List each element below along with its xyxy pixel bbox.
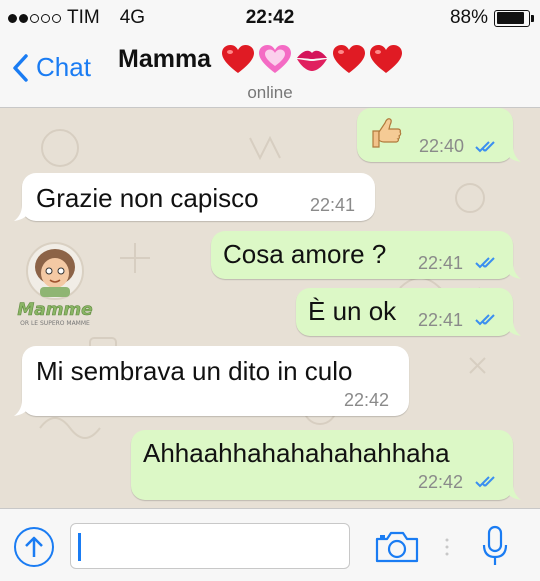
microphone-button[interactable] (480, 525, 510, 572)
read-receipt-icon (475, 476, 495, 488)
chat-header: Chat Mamma online (0, 36, 540, 108)
camera-icon (375, 531, 419, 563)
message-composer (0, 508, 540, 581)
message-bubble-outgoing[interactable]: Cosa amore ? 22:41 (211, 231, 521, 279)
message-time: 22:41 (310, 195, 356, 215)
red-heart-icon (369, 44, 403, 74)
message-text: Cosa amore ? (223, 239, 387, 269)
message-time: 22:42 (418, 472, 464, 492)
presence-status: online (247, 83, 293, 102)
message-time: 22:41 (418, 310, 464, 330)
svg-text:OR LE SUPERO MAMME: OR LE SUPERO MAMME (20, 320, 90, 327)
contact-emojis (221, 44, 403, 74)
svg-text:Mamme: Mamme (17, 300, 92, 320)
red-heart-icon (221, 44, 255, 74)
message-time: 22:40 (419, 136, 465, 156)
message-text: Mi sembrava un dito in culo (36, 356, 353, 386)
chevron-left-icon (13, 53, 28, 82)
back-button[interactable]: Chat (12, 52, 91, 83)
kiss-mark-icon (295, 44, 329, 74)
battery-percent: 88% (449, 7, 488, 28)
message-time: 22:42 (344, 390, 390, 410)
read-receipt-icon (475, 141, 495, 153)
battery-icon (494, 9, 534, 27)
message-bubble-outgoing[interactable]: È un ok 22:41 (296, 288, 521, 336)
message-time: 22:41 (418, 253, 464, 273)
thumbs-up-icon (369, 116, 403, 157)
message-input[interactable] (70, 523, 350, 569)
back-label: Chat (36, 52, 91, 82)
battery-status: 88% (449, 7, 534, 29)
arrow-up-icon (25, 536, 43, 557)
message-text: Grazie non capisco (36, 183, 259, 213)
contact-title[interactable]: Mamma (118, 44, 403, 74)
message-text: Ahhaahhahahahahahhaha (143, 438, 450, 468)
message-bubble-outgoing[interactable]: 22:40 (357, 108, 521, 162)
text-cursor (78, 533, 81, 561)
pink-heart-icon (258, 44, 292, 74)
mamme-logo: Mamme OR LE SUPERO MAMME (10, 233, 100, 333)
chat-area[interactable]: Mamme OR LE SUPERO MAMME 22:40 Grazie no… (0, 108, 540, 508)
red-heart-icon (332, 44, 366, 74)
status-bar: TIM 4G 22:42 88% (0, 0, 540, 36)
message-bubble-incoming[interactable]: Mi sembrava un dito in culo 22:42 (14, 346, 409, 416)
read-receipt-icon (475, 257, 495, 269)
message-text: È un ok (308, 296, 397, 326)
contact-name: Mamma (118, 44, 212, 73)
message-bubble-incoming[interactable]: Grazie non capisco 22:41 (14, 173, 375, 221)
read-receipt-icon (475, 314, 495, 326)
message-bubble-outgoing[interactable]: Ahhaahhahahahahahhaha 22:42 (131, 430, 521, 500)
microphone-icon (482, 525, 508, 565)
camera-button[interactable] (375, 531, 419, 568)
dots-separator-icon (445, 538, 449, 556)
upload-button[interactable] (14, 527, 54, 567)
